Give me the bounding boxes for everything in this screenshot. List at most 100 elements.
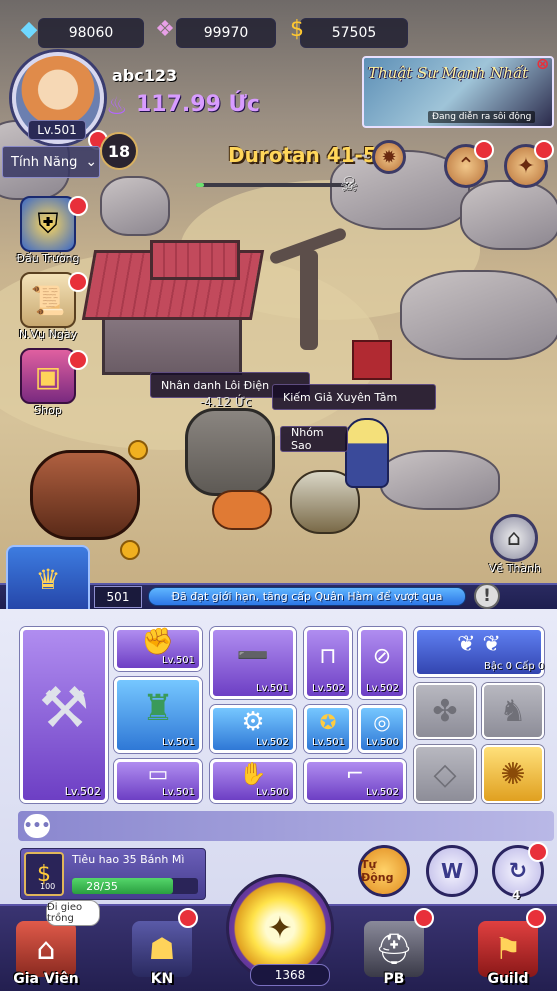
sun-emblem-slot[interactable]: ✺: [482, 745, 544, 803]
nav-kn-label: KN: [150, 971, 174, 987]
mount-slot[interactable]: ♞: [482, 683, 544, 739]
gold-counter: 57505: [300, 18, 408, 48]
event-subtitle: Đang diễn ra sôi động: [428, 111, 536, 123]
gold-coin: [120, 540, 140, 560]
headband-slot[interactable]: ➖ Lv.501: [210, 627, 296, 699]
features-toggle-button[interactable]: Tính Năng ⌄: [2, 146, 100, 178]
glove-slot[interactable]: ✋ Lv.500: [210, 759, 296, 803]
ring-icon: ◎: [373, 710, 391, 734]
rock: [380, 450, 500, 510]
amulet-slot[interactable]: ✪ Lv.501: [304, 705, 352, 753]
bracer-slot[interactable]: ⚙ Lv.502: [210, 705, 296, 753]
diamond-icon[interactable]: ◆: [14, 14, 44, 44]
slot-level: Lv.501: [162, 655, 195, 666]
weapon-slot[interactable]: ⚒ Lv.502: [20, 627, 108, 803]
robe-icon: ♜: [141, 687, 175, 729]
slot-level: Lv.501: [162, 737, 195, 748]
slot-level: Lv.502: [256, 737, 289, 748]
power-flame-icon: ♨: [106, 92, 128, 120]
stage-progress-fill: [196, 183, 204, 187]
nav-pb-label: PB: [383, 971, 405, 987]
rank-level: 501: [94, 586, 142, 608]
player-power: 117.99 Ức: [136, 92, 260, 117]
dead-tree: [300, 250, 318, 350]
belt-slot[interactable]: ▭ Lv.501: [114, 759, 202, 803]
stone-golem: [185, 408, 275, 496]
notification-dot: [534, 140, 554, 160]
equipment-tab[interactable]: ♛: [6, 545, 90, 611]
necklace-icon: ⊘: [372, 643, 392, 669]
slot-level: Lv.501: [256, 683, 289, 694]
stage-progress-track: [196, 183, 348, 187]
side-menu-shop-label: Shop: [34, 404, 62, 417]
crown-chevron-icon: ♛: [35, 562, 61, 596]
skull-banner: [352, 340, 392, 380]
w-skill-label: W: [440, 859, 464, 883]
auto-battle-button[interactable]: Tự Động: [358, 845, 410, 897]
return-city-button[interactable]: ⌂ Về Thành: [480, 514, 550, 575]
notification-dot: [474, 140, 494, 160]
boots-slot[interactable]: ⌐ Lv.502: [304, 759, 406, 803]
slot-level: Lv.501: [312, 737, 345, 748]
slot-level: Lv.501: [162, 787, 195, 798]
robe-slot[interactable]: ♜ Lv.501: [114, 677, 202, 753]
pants-icon: ⊓: [319, 643, 337, 669]
gem-slot[interactable]: ◇: [414, 745, 476, 803]
summon-coin-count: 1368: [250, 964, 330, 986]
notification-dot: [526, 908, 546, 928]
bracer-icon: ⚙: [241, 707, 265, 737]
slot-level: Lv.502: [366, 683, 399, 694]
gold-coin-icon[interactable]: $: [282, 14, 312, 44]
chat-bar[interactable]: [18, 811, 554, 841]
house-icon: ⌂: [16, 921, 76, 977]
age-rating-badge[interactable]: 18: [100, 132, 138, 170]
helmet-icon: ⛑: [364, 921, 424, 977]
quest-title: Tiêu hao 35 Bánh Mì: [72, 853, 185, 866]
notice-text: Đã đạt giới hạn, tăng cấp Quân Hàm để vư…: [171, 590, 443, 603]
ring-slot[interactable]: ◎ Lv.500: [358, 705, 406, 753]
damage-number: -4.12 Ức: [200, 395, 252, 409]
stage-title: Durotan 41-5: [228, 143, 377, 167]
paw-icon: ✤: [432, 693, 458, 729]
slot-level: Lv.500: [256, 787, 289, 798]
orange-dino: [212, 490, 272, 530]
rock: [460, 180, 557, 250]
w-skill-button[interactable]: W: [426, 845, 478, 897]
wings-icon: ❦ ❦: [457, 632, 501, 657]
side-menu-daily-quest-label: N.Vụ Ngày: [18, 328, 78, 341]
quest-progress-text: 28/35: [86, 879, 118, 893]
gauntlet-icon: ✊: [141, 627, 175, 657]
gold-value: 57505: [331, 25, 377, 41]
pants-slot[interactable]: ⊓ Lv.502: [304, 627, 352, 699]
sun-emblem-icon: ✺: [500, 756, 526, 792]
axe-icon: ⚒: [38, 675, 90, 741]
gem-icon[interactable]: ❖: [150, 14, 180, 44]
guild-banner-icon: ⚑: [478, 921, 538, 977]
notification-dot: [68, 196, 88, 216]
hooded-figure-icon: ☗: [132, 921, 192, 977]
nav-home-label: Gia Viên: [13, 971, 79, 987]
settings-gear-icon[interactable]: ✹: [372, 140, 406, 174]
side-menu-arena-label: Đấu Trường: [16, 252, 80, 265]
diamond-gem-icon: ◇: [433, 756, 457, 792]
slot-level: Lv.502: [312, 683, 345, 694]
house-roof: [150, 240, 240, 280]
gem-value: 99970: [203, 25, 249, 41]
notification-dot: [528, 842, 548, 862]
info-icon[interactable]: !: [474, 583, 500, 609]
portal-icon: ⌂: [490, 514, 538, 562]
headband-icon: ➖: [236, 641, 270, 671]
necklace-slot[interactable]: ⊘ Lv.502: [358, 627, 406, 699]
blonde-hero: [345, 418, 389, 488]
summon-coin-value: 1368: [274, 968, 306, 982]
gauntlet-slot[interactable]: ✊ Lv.501: [114, 627, 202, 671]
horse-icon: ♞: [499, 693, 527, 729]
wings-level: Bậc 0 Cấp 0: [484, 661, 545, 672]
belt-icon: ▭: [147, 761, 169, 787]
pet-slot[interactable]: ✤: [414, 683, 476, 739]
nameplate-3: Nhóm Sao: [280, 426, 348, 452]
rock: [400, 270, 557, 360]
chat-bubble-icon: •••: [24, 814, 50, 838]
close-icon[interactable]: ⊗: [536, 54, 554, 73]
notification-dot: [178, 908, 198, 928]
